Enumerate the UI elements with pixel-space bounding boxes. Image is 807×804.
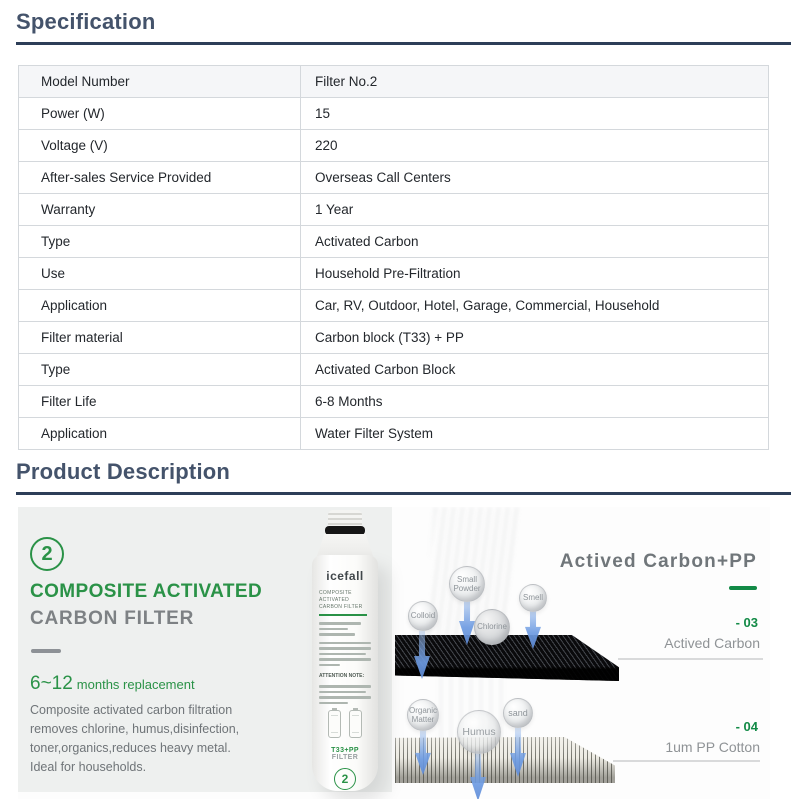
description-line: toner,organics,reduces heavy metal. xyxy=(30,739,239,758)
spec-label-cell: Type xyxy=(19,226,301,258)
table-row: Application Car, RV, Outdoor, Hotel, Gar… xyxy=(19,290,769,322)
spec-value-cell: 15 xyxy=(301,98,769,130)
spec-value-cell: Car, RV, Outdoor, Hotel, Garage, Commerc… xyxy=(301,290,769,322)
table-row: Warranty 1 Year xyxy=(19,194,769,226)
table-row: Filter Life 6-8 Months xyxy=(19,386,769,418)
spec-label-cell: Model Number xyxy=(19,66,301,98)
label-title-line1: COMPOSITE ACTIVATED xyxy=(319,590,352,603)
replacement-text: months replacement xyxy=(77,677,195,692)
cartridge-label-title: COMPOSITE ACTIVATED CARBON FILTER xyxy=(319,590,371,611)
specification-title-rule xyxy=(16,42,791,45)
step-number-badge: 2 xyxy=(30,537,64,571)
panel-divider-dash xyxy=(31,649,61,653)
table-row: Model Number Filter No.2 xyxy=(19,66,769,98)
contaminant-bubble-organic-matter: Organic Matter xyxy=(407,699,439,731)
contaminant-bubble-smell: Smell xyxy=(519,584,547,612)
spec-value-cell: Activated Carbon Block xyxy=(301,354,769,386)
table-row: Application Water Filter System xyxy=(19,418,769,450)
specification-table: Model Number Filter No.2 Power (W) 15 Vo… xyxy=(18,65,769,450)
diagram-heading: Actived Carbon+PP xyxy=(560,551,757,573)
filter-cartridge: icefall COMPOSITE ACTIVATED CARBON FILTE… xyxy=(312,555,378,791)
brand-name: icefall xyxy=(319,569,371,583)
spec-label-cell: Application xyxy=(19,290,301,322)
spec-label-cell: Power (W) xyxy=(19,98,301,130)
contaminant-bubble-sand: sand xyxy=(503,698,533,728)
description-line: removes chlorine, humus,disinfection, xyxy=(30,720,239,739)
cartridge-step-badge: 2 xyxy=(334,768,356,790)
product-description-title-rule xyxy=(16,492,791,495)
table-row: Type Activated Carbon xyxy=(19,226,769,258)
spec-value-cell: 6-8 Months xyxy=(301,386,769,418)
spec-label-cell: Filter material xyxy=(19,322,301,354)
contaminant-bubble-small-powder: Small Powder xyxy=(449,566,485,602)
attention-fine-print xyxy=(319,685,371,704)
spec-value-cell: Water Filter System xyxy=(301,418,769,450)
contaminant-bubble-humus: Humus xyxy=(457,710,501,754)
contaminant-bubble-chlorine: Chlorine xyxy=(474,609,510,645)
diagram-green-dash xyxy=(729,586,757,590)
table-row: Use Household Pre-Filtration xyxy=(19,258,769,290)
spec-label-cell: Use xyxy=(19,258,301,290)
spec-label-cell: Warranty xyxy=(19,194,301,226)
spec-label-cell: After-sales Service Provided xyxy=(19,162,301,194)
spec-value-cell: 220 xyxy=(301,130,769,162)
layer-03-name: Actived Carbon xyxy=(664,635,760,651)
label-paragraph xyxy=(319,642,371,667)
description-line: Ideal for households. xyxy=(30,758,239,777)
filter-stage-icon xyxy=(328,710,341,738)
spec-value-cell: Overseas Call Centers xyxy=(301,162,769,194)
layer-04-name: 1um PP Cotton xyxy=(665,739,760,755)
spec-label-cell: Filter Life xyxy=(19,386,301,418)
replacement-value: 6~12 xyxy=(30,673,73,694)
product-description-section: Product Description 2 COMPOSITE ACTIVATE… xyxy=(16,450,791,799)
filter-stage-icon xyxy=(349,710,362,738)
layer-03-leader-line xyxy=(618,658,763,660)
model-name-gray: FILTER xyxy=(332,754,358,761)
spec-value-cell: 1 Year xyxy=(301,194,769,226)
filter-stage-icons xyxy=(319,710,371,738)
cartridge-label: icefall COMPOSITE ACTIVATED CARBON FILTE… xyxy=(319,569,371,790)
table-row: Filter material Carbon block (T33) + PP xyxy=(19,322,769,354)
panel-description: Composite activated carbon filtration re… xyxy=(30,701,239,777)
spec-value-cell: Household Pre-Filtration xyxy=(301,258,769,290)
cartridge-o-ring xyxy=(325,526,365,535)
description-line: Composite activated carbon filtration xyxy=(30,701,239,720)
spec-label-cell: Type xyxy=(19,354,301,386)
label-fine-print xyxy=(319,622,371,636)
panel-title-line1: COMPOSITE ACTIVATED xyxy=(30,581,262,603)
cartridge-shoulder xyxy=(317,534,373,556)
table-row: Type Activated Carbon Block xyxy=(19,354,769,386)
label-title-line2: CARBON FILTER xyxy=(319,604,363,610)
specification-title: Specification xyxy=(16,0,791,35)
spec-value-cell: Filter No.2 xyxy=(301,66,769,98)
model-name: T33+PP FILTER xyxy=(319,747,371,761)
replacement-interval: 6~12 months replacement xyxy=(30,673,195,695)
layer-03-index: - 03 xyxy=(736,615,758,630)
panel-title-line2: CARBON FILTER xyxy=(30,608,194,630)
spec-value-cell: Activated Carbon xyxy=(301,226,769,258)
specification-section: Specification Model Number Filter No.2 P… xyxy=(16,0,791,450)
spec-label-cell: Application xyxy=(19,418,301,450)
layer-04-index: - 04 xyxy=(736,719,758,734)
attention-note: ATTENTION NOTE: xyxy=(319,673,371,679)
label-green-rule xyxy=(319,614,367,616)
table-row: Power (W) 15 xyxy=(19,98,769,130)
product-description-title: Product Description xyxy=(16,450,791,485)
contaminant-bubble-colloid: Colloid xyxy=(408,601,438,631)
spec-label-cell: Voltage (V) xyxy=(19,130,301,162)
spec-value-cell: Carbon block (T33) + PP xyxy=(301,322,769,354)
table-row: After-sales Service Provided Overseas Ca… xyxy=(19,162,769,194)
table-row: Voltage (V) 220 xyxy=(19,130,769,162)
layer-04-leader-line xyxy=(613,760,760,762)
model-name-green: T33+PP xyxy=(331,747,359,754)
product-description-image: 2 COMPOSITE ACTIVATED CARBON FILTER 6~12… xyxy=(18,507,770,799)
